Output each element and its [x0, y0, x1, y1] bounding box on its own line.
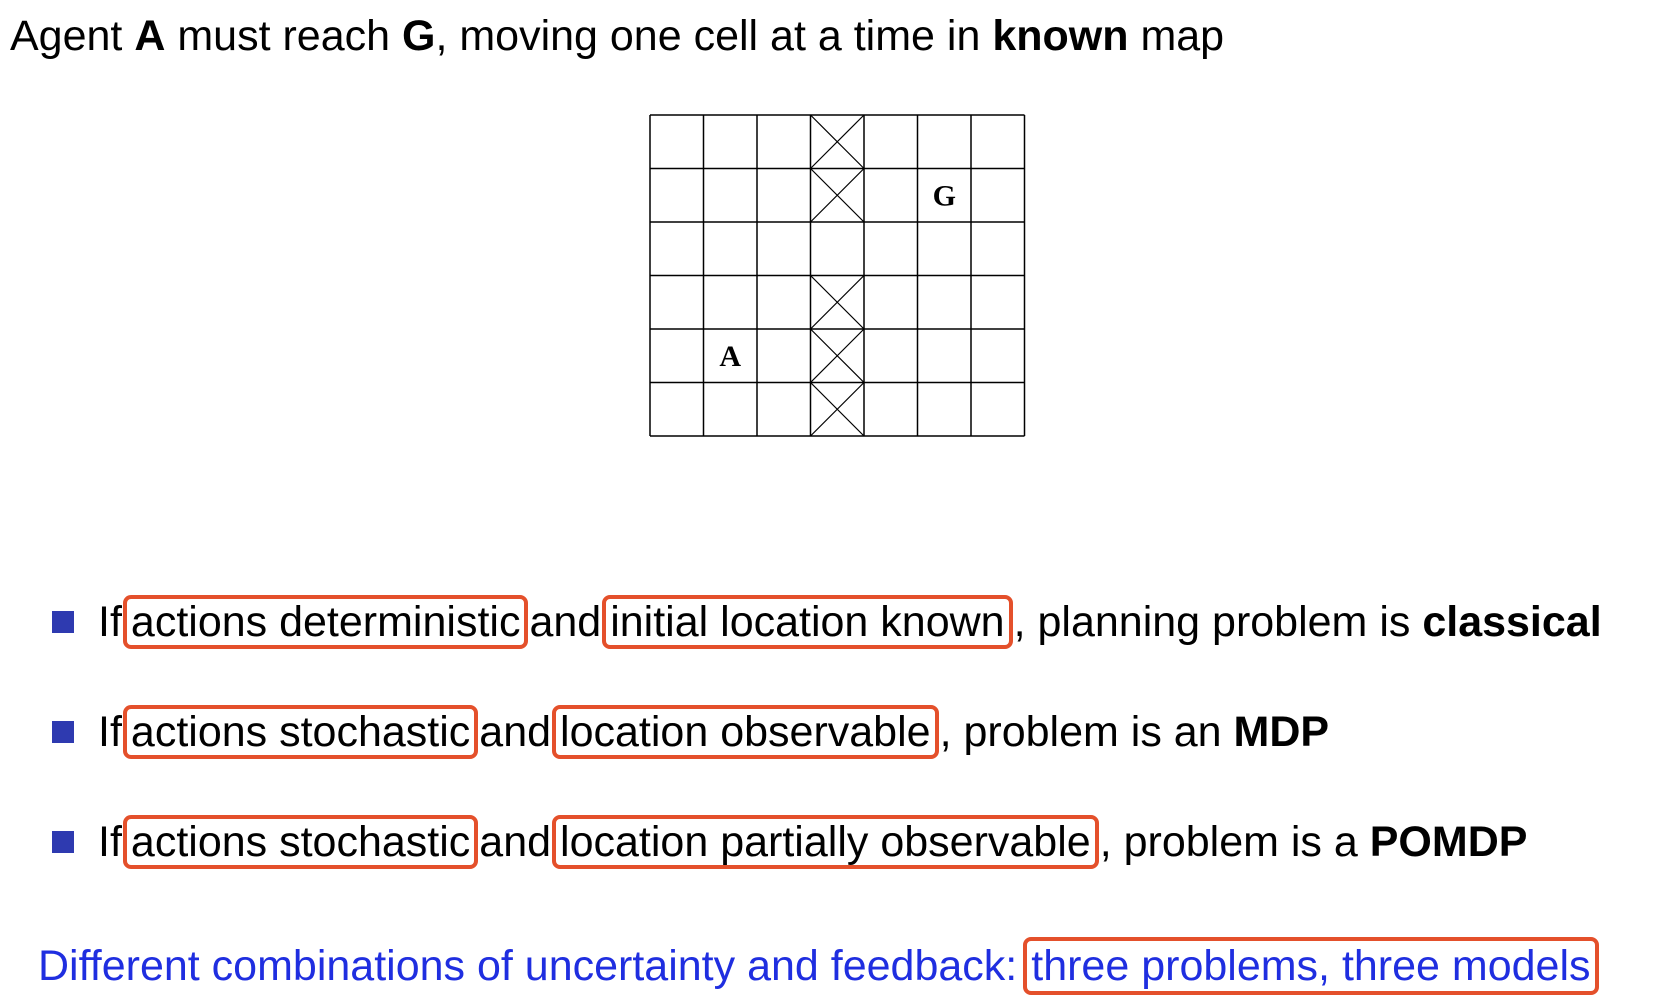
bullet-square-icon — [52, 611, 74, 633]
bullet-if: If — [98, 598, 122, 646]
summary-line: Different combinations of uncertainty an… — [38, 935, 1600, 997]
highlight-box: actions stochastic — [122, 815, 479, 869]
bullet-result: POMDP — [1369, 818, 1528, 866]
agent-marker: A — [719, 340, 741, 373]
bullet-result: MDP — [1233, 708, 1330, 756]
highlight-box: initial location known — [602, 595, 1013, 649]
bullet-pomdp: If actions stochastic and location parti… — [52, 812, 1527, 872]
grid-lines — [649, 114, 1026, 437]
bullet-square-icon — [52, 721, 74, 743]
heading-text-2: must reach — [165, 12, 402, 60]
bullet-result: classical — [1422, 598, 1602, 646]
goal-marker: G — [933, 179, 956, 212]
highlight-box: location partially observable — [552, 815, 1099, 869]
bullet-if: If — [98, 708, 122, 756]
bullet-if: If — [98, 818, 122, 866]
bullet-square-icon — [52, 831, 74, 853]
bullet-rest: , problem is a — [1099, 818, 1370, 866]
summary-highlight-box: three problems, three models — [1023, 937, 1599, 995]
bullet-rest: , problem is an — [939, 708, 1234, 756]
summary-text: Different combinations of uncertainty an… — [38, 941, 1018, 990]
bullet-and: and — [479, 818, 552, 866]
bullet-mdp: If actions stochastic and location obser… — [52, 702, 1329, 762]
heading-goal-label: G — [401, 12, 436, 60]
slide-heading: Agent A must reach G, moving one cell at… — [10, 10, 1224, 62]
highlight-box: actions stochastic — [122, 705, 479, 759]
bullet-and: and — [479, 708, 552, 756]
heading-text-1: Agent — [10, 12, 135, 60]
bullet-and: and — [529, 598, 602, 646]
heading-text-3: , moving one cell at a time in — [435, 12, 993, 60]
grid-map: A G — [649, 114, 1026, 437]
bullet-rest: , planning problem is — [1013, 598, 1423, 646]
highlight-box: location observable — [552, 705, 939, 759]
heading-text-4: map — [1128, 12, 1225, 60]
heading-agent-label: A — [134, 12, 166, 60]
bullet-classical: If actions deterministic and initial loc… — [52, 592, 1602, 652]
highlight-box: actions deterministic — [122, 595, 529, 649]
heading-known-word: known — [992, 12, 1129, 60]
